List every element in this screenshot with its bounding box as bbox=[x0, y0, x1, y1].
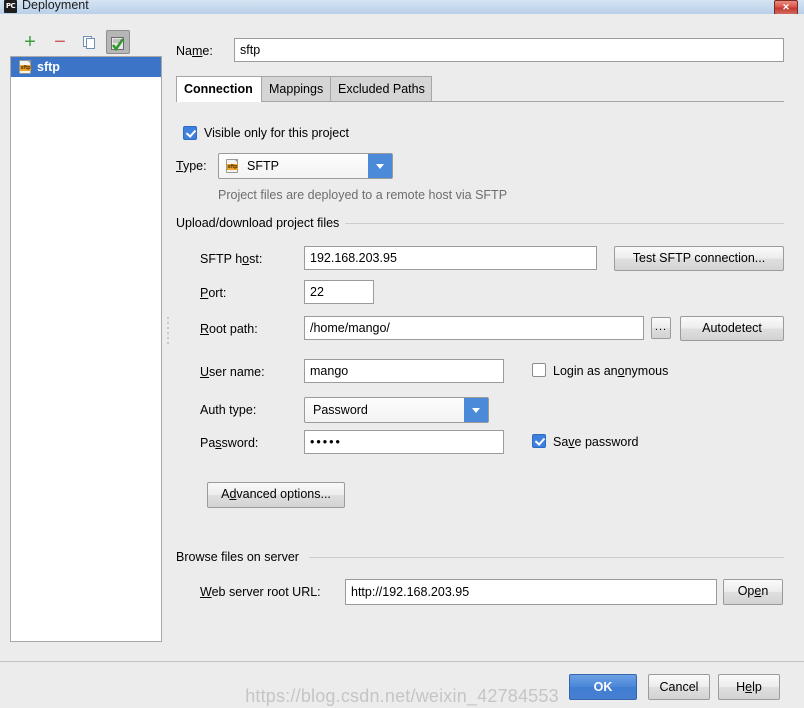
pycharm-icon: PC bbox=[4, 0, 17, 13]
panel-splitter[interactable] bbox=[165, 314, 171, 374]
login-as-anonymous-checkbox[interactable] bbox=[532, 363, 546, 377]
tabs-underline bbox=[176, 101, 784, 102]
chevron-down-icon[interactable] bbox=[464, 398, 488, 422]
visible-only-label: Visible only for this project bbox=[204, 126, 349, 140]
name-input[interactable] bbox=[234, 38, 784, 62]
password-label: Password: bbox=[200, 436, 258, 450]
sftp-host-input[interactable] bbox=[304, 246, 597, 270]
list-item[interactable]: sftp sftp bbox=[11, 57, 161, 77]
type-hint: Project files are deployed to a remote h… bbox=[218, 188, 507, 202]
advanced-options-button[interactable]: Advanced options... bbox=[207, 482, 345, 508]
help-button[interactable]: Help bbox=[718, 674, 780, 700]
title-bar: PC Deployment ✕ bbox=[0, 0, 804, 15]
settings-tabs: Connection Mappings Excluded Paths bbox=[172, 76, 784, 102]
remove-server-button[interactable]: − bbox=[48, 30, 72, 54]
web-server-root-url-label: Web server root URL: bbox=[200, 585, 321, 599]
ok-button[interactable]: OK bbox=[569, 674, 637, 700]
use-as-default-button[interactable] bbox=[106, 30, 130, 54]
deployment-dialog: PC Deployment ✕ + − bbox=[0, 0, 804, 708]
tab-connection[interactable]: Connection bbox=[176, 76, 262, 102]
footer-bar: OK Cancel Help bbox=[0, 662, 804, 708]
sftp-host-label: SFTP host: bbox=[200, 252, 262, 266]
default-check-icon bbox=[110, 36, 126, 52]
add-server-button[interactable]: + bbox=[18, 30, 42, 54]
port-input[interactable] bbox=[304, 280, 374, 304]
sftp-file-icon: sftp bbox=[19, 60, 31, 74]
sftp-file-icon: sftp bbox=[226, 159, 238, 176]
server-list-toolbar: + − bbox=[10, 30, 160, 56]
auth-type-combobox[interactable]: Password bbox=[304, 397, 489, 423]
login-as-anonymous-label: Login as anonymous bbox=[553, 364, 668, 378]
user-name-label: User name: bbox=[200, 365, 265, 379]
password-input[interactable] bbox=[304, 430, 504, 454]
open-button[interactable]: Open bbox=[723, 579, 783, 605]
copy-icon bbox=[82, 35, 98, 51]
copy-server-button[interactable] bbox=[78, 30, 102, 54]
dialog-body: + − sftp bbox=[0, 14, 804, 708]
server-list[interactable]: sftp sftp bbox=[10, 56, 162, 642]
server-name-label: sftp bbox=[37, 60, 60, 74]
cancel-button[interactable]: Cancel bbox=[648, 674, 710, 700]
browse-root-path-button[interactable]: ... bbox=[651, 317, 671, 339]
upload-group-title: Upload/download project files bbox=[176, 216, 345, 230]
close-icon[interactable]: ✕ bbox=[774, 0, 798, 15]
tab-excluded-paths[interactable]: Excluded Paths bbox=[330, 76, 432, 101]
save-password-checkbox[interactable] bbox=[532, 434, 546, 448]
browse-group-separator bbox=[309, 557, 784, 558]
web-server-root-url-input[interactable] bbox=[345, 579, 717, 605]
root-path-input[interactable] bbox=[304, 316, 644, 340]
browse-group-title: Browse files on server bbox=[176, 550, 305, 564]
test-sftp-connection-button[interactable]: Test SFTP connection... bbox=[614, 246, 784, 271]
name-label: Name: bbox=[176, 44, 213, 58]
connection-settings-panel: Name: Connection Mappings Excluded Paths… bbox=[172, 14, 804, 654]
type-label: Type: bbox=[176, 159, 207, 173]
root-path-label: Root path: bbox=[200, 322, 258, 336]
visible-only-checkbox[interactable] bbox=[183, 126, 197, 140]
upload-group-separator bbox=[339, 223, 784, 224]
tab-mappings[interactable]: Mappings bbox=[261, 76, 331, 101]
autodetect-button[interactable]: Autodetect bbox=[680, 316, 784, 341]
type-combobox[interactable]: sftp SFTP bbox=[218, 153, 393, 179]
window-title: Deployment bbox=[22, 0, 89, 13]
chevron-down-icon[interactable] bbox=[368, 154, 392, 178]
type-value: SFTP bbox=[247, 154, 279, 178]
user-name-input[interactable] bbox=[304, 359, 504, 383]
save-password-label: Save password bbox=[553, 435, 638, 449]
auth-type-value: Password bbox=[313, 398, 368, 422]
port-label: Port: bbox=[200, 286, 226, 300]
auth-type-label: Auth type: bbox=[200, 403, 256, 417]
